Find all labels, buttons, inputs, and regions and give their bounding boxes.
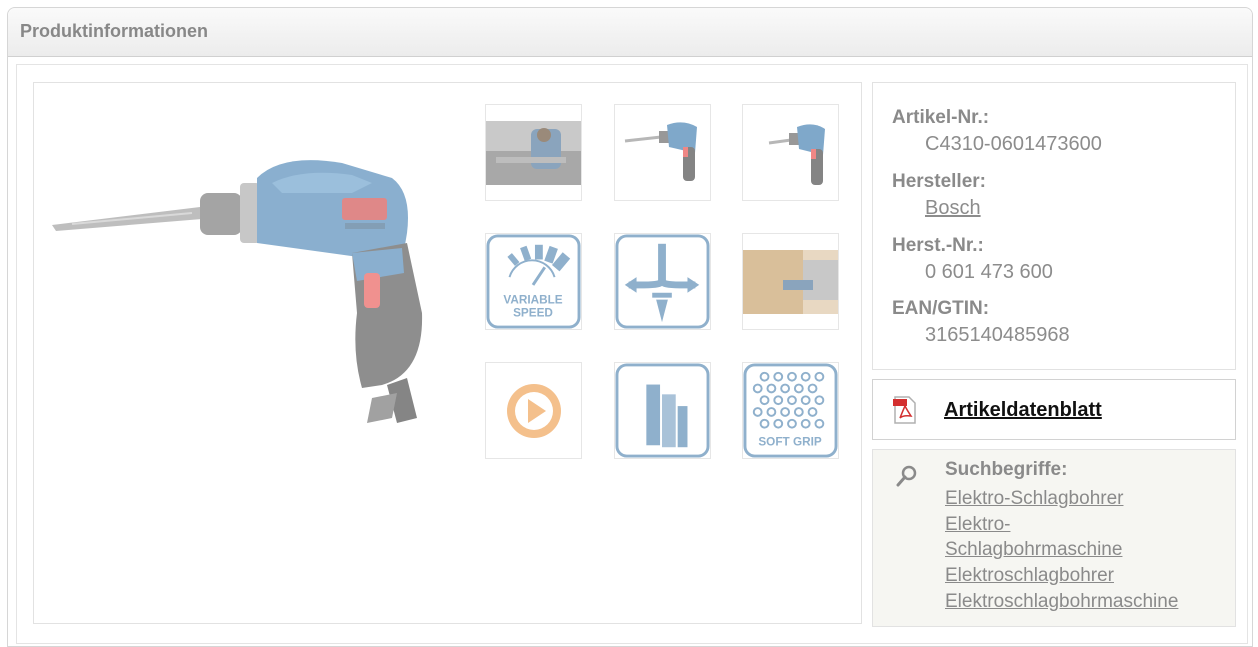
search-term-link[interactable]: Elektro-Schlagbohrer: [945, 487, 1123, 510]
thumb-soft-grip[interactable]: SOFT GRIP: [742, 362, 839, 459]
pdf-icon: [893, 396, 916, 424]
drill-product-image[interactable]: [52, 123, 442, 423]
ean-value: 3165140485968: [925, 324, 1070, 346]
manufacturer-number-value: 0 601 473 600: [925, 261, 1053, 283]
datasheet-box[interactable]: Artikeldatenblatt: [872, 379, 1236, 440]
manufacturer-link[interactable]: Bosch: [925, 197, 981, 220]
panel-title: Produktinformationen: [20, 21, 208, 41]
datasheet-link[interactable]: Artikeldatenblatt: [944, 399, 1102, 422]
panel-header: Produktinformationen: [8, 8, 1252, 57]
application-photo-icon: [486, 120, 581, 185]
drill-image-icon: [624, 121, 697, 181]
thumb-variable-speed[interactable]: VARIABLE SPEED: [485, 233, 582, 330]
play-icon: [506, 383, 561, 438]
svg-text:VARIABLE: VARIABLE: [503, 294, 562, 307]
search-term-link[interactable]: Elektro-: [945, 513, 1010, 536]
drill-image-icon: [768, 123, 825, 185]
manufacturer-label: Hersteller:: [892, 171, 986, 192]
manufacturer-number-label: Herst.-Nr.:: [892, 235, 984, 256]
thumb-materials[interactable]: [614, 362, 711, 459]
article-number-label: Artikel-Nr.:: [892, 107, 990, 128]
search-icon: [896, 465, 917, 487]
article-info-box: Artikel-Nr.: C4310-0601473600 Hersteller…: [872, 82, 1236, 370]
thumb-drill-view-1[interactable]: [614, 104, 711, 201]
search-term-link[interactable]: Schlagbohrmaschine: [945, 538, 1122, 561]
drilling-directions-icon: [615, 234, 710, 329]
soft-grip-icon: SOFT GRIP: [743, 363, 838, 458]
thumb-application-photo[interactable]: [485, 104, 582, 201]
search-terms-box: Suchbegriffe: Elektro-Schlagbohrer Elekt…: [872, 449, 1236, 627]
search-terms-title: Suchbegriffe:: [945, 459, 1068, 480]
image-gallery: [33, 82, 862, 624]
thumb-wood-application[interactable]: [742, 233, 839, 330]
wood-application-photo-icon: [743, 249, 838, 314]
svg-text:SOFT GRIP: SOFT GRIP: [758, 435, 821, 448]
svg-text:SPEED: SPEED: [513, 306, 553, 319]
search-term-link[interactable]: Elektroschlagbohrmaschine: [945, 590, 1178, 613]
ean-label: EAN/GTIN:: [892, 298, 990, 319]
materials-icon: [615, 363, 710, 458]
thumb-video[interactable]: [485, 362, 582, 459]
thumb-drilling-directions[interactable]: [614, 233, 711, 330]
thumb-drill-view-2[interactable]: [742, 104, 839, 201]
article-number-value: C4310-0601473600: [925, 133, 1102, 155]
search-term-link[interactable]: Elektroschlagbohrer: [945, 564, 1114, 587]
variable-speed-icon: VARIABLE SPEED: [486, 234, 581, 329]
